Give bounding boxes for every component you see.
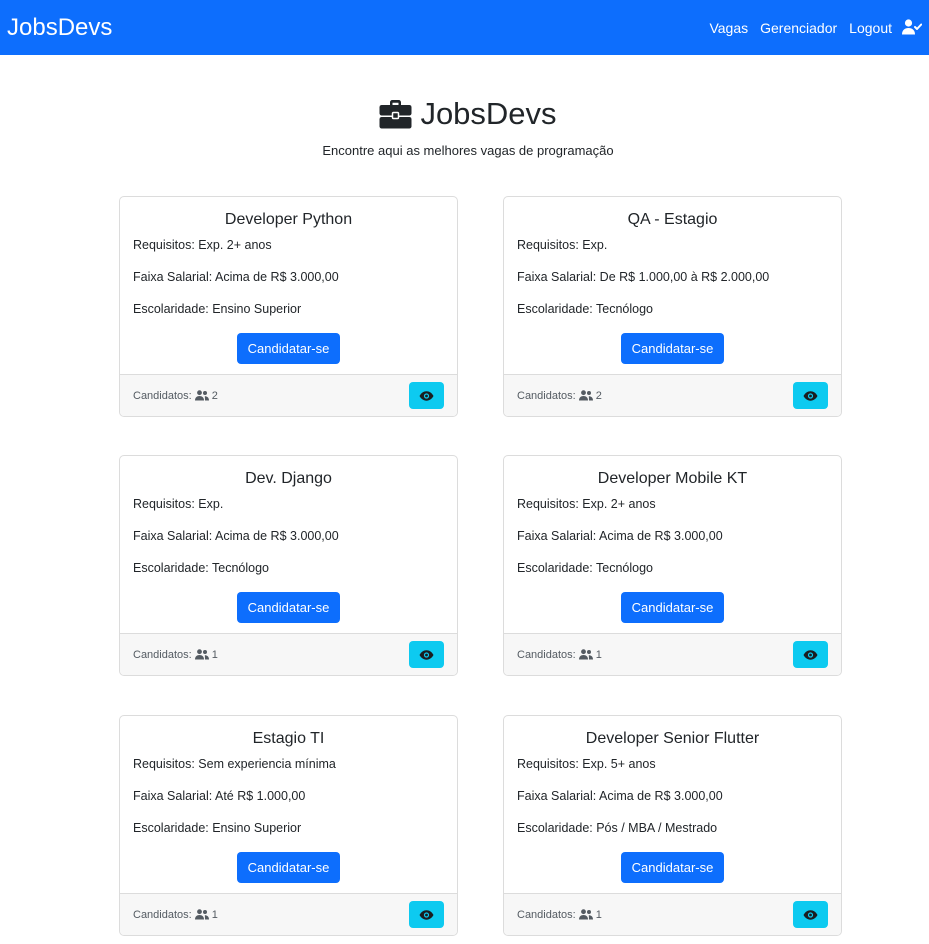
page-title-text: JobsDevs [420,96,557,131]
job-requisitos: Requisitos: Exp. 2+ anos [517,497,656,511]
candidates-count: Candidatos: 1 [133,909,218,921]
users-icon [578,390,593,401]
job-card-body: Developer Mobile KT Requisitos: Exp. 2+ … [504,456,841,634]
navbar-brand[interactable]: JobsDevs [7,15,112,40]
candidates-label: Candidatos: [517,389,576,402]
page-title: JobsDevs [379,95,557,133]
apply-button[interactable]: Candidatar-se [236,592,341,623]
view-button[interactable] [409,641,444,668]
nav-link-logout[interactable]: Logout [849,20,892,36]
job-title: Estagio TI [252,730,325,747]
job-card-footer: Candidatos: 1 [120,893,457,935]
candidates-label: Candidatos: [133,648,192,661]
candidates-number: 1 [595,908,602,921]
job-card-footer: Candidatos: 1 [504,893,841,935]
candidates-count: Candidatos: 1 [517,909,602,921]
job-faixa-salarial: Faixa Salarial: Acima de R$ 3.000,00 [133,529,339,543]
users-icon [194,909,209,920]
apply-button[interactable]: Candidatar-se [236,852,341,883]
candidates-number: 1 [211,648,218,661]
job-card-footer: Candidatos: 2 [504,374,841,416]
candidates-number: 1 [211,908,218,921]
candidates-count: Candidatos: 1 [133,649,218,661]
users-icon [194,390,209,401]
job-card: Dev. Django Requisitos: Exp. Faixa Salar… [119,455,458,676]
job-requisitos: Requisitos: Exp. [133,497,224,511]
candidates-count: Candidatos: 2 [133,390,218,402]
job-card: QA - Estagio Requisitos: Exp. Faixa Sala… [503,196,842,417]
page-subtitle: Encontre aqui as melhores vagas de progr… [322,143,614,158]
view-button[interactable] [409,901,444,928]
navbar: JobsDevs Vagas Gerenciador Logout [0,0,929,55]
job-card: Developer Mobile KT Requisitos: Exp. 2+ … [503,455,842,676]
eye-icon [419,390,434,401]
job-title: QA - Estagio [627,211,718,228]
navbar-links: Vagas Gerenciador Logout [709,18,922,37]
eye-icon [803,909,818,920]
eye-icon [803,390,818,401]
job-card: Developer Senior Flutter Requisitos: Exp… [503,715,842,936]
job-requisitos: Requisitos: Exp. 5+ anos [517,757,656,771]
job-faixa-salarial: Faixa Salarial: Até R$ 1.000,00 [133,789,306,803]
apply-button[interactable]: Candidatar-se [620,852,725,883]
users-icon [578,649,593,660]
job-card-body: Estagio TI Requisitos: Sem experiencia m… [120,716,457,894]
job-title: Developer Mobile KT [597,470,748,487]
view-button[interactable] [793,641,828,668]
candidates-count: Candidatos: 1 [517,649,602,661]
job-card-body: Dev. Django Requisitos: Exp. Faixa Salar… [120,456,457,634]
job-card-body: Developer Python Requisitos: Exp. 2+ ano… [120,197,457,375]
job-escolaridade: Escolaridade: Tecnólogo [517,561,653,575]
briefcase-icon [379,99,412,129]
job-card-footer: Candidatos: 2 [120,374,457,416]
candidates-number: 1 [595,648,602,661]
job-card: Estagio TI Requisitos: Sem experiencia m… [119,715,458,936]
nav-link-gerenciador[interactable]: Gerenciador [760,20,837,36]
candidates-label: Candidatos: [517,908,576,921]
job-faixa-salarial: Faixa Salarial: De R$ 1.000,00 à R$ 2.00… [517,270,770,284]
nav-link-vagas[interactable]: Vagas [709,20,748,36]
job-escolaridade: Escolaridade: Tecnólogo [133,561,269,575]
hero: JobsDevs Encontre aqui as melhores vagas… [0,95,929,158]
job-escolaridade: Escolaridade: Pós / MBA / Mestrado [517,821,718,835]
users-icon [578,909,593,920]
job-title: Dev. Django [245,470,332,487]
candidates-number: 2 [211,389,218,402]
job-card-body: QA - Estagio Requisitos: Exp. Faixa Sala… [504,197,841,375]
candidates-number: 2 [595,389,602,402]
job-card-body: Developer Senior Flutter Requisitos: Exp… [504,716,841,894]
eye-icon [419,909,434,920]
user-check-icon[interactable] [902,18,922,37]
job-escolaridade: Escolaridade: Tecnólogo [517,302,653,316]
job-faixa-salarial: Faixa Salarial: Acima de R$ 3.000,00 [133,270,339,284]
job-escolaridade: Escolaridade: Ensino Superior [133,302,302,316]
users-icon [194,649,209,660]
view-button[interactable] [793,382,828,409]
view-button[interactable] [409,382,444,409]
view-button[interactable] [793,901,828,928]
candidates-count: Candidatos: 2 [517,390,602,402]
job-card-footer: Candidatos: 1 [120,633,457,675]
job-card: Developer Python Requisitos: Exp. 2+ ano… [119,196,458,417]
job-faixa-salarial: Faixa Salarial: Acima de R$ 3.000,00 [517,529,723,543]
job-title: Developer Python [224,211,353,228]
job-title: Developer Senior Flutter [585,730,760,747]
candidates-label: Candidatos: [133,908,192,921]
apply-button[interactable]: Candidatar-se [236,333,341,364]
job-requisitos: Requisitos: Exp. [517,238,608,252]
job-requisitos: Requisitos: Sem experiencia mínima [133,757,336,771]
job-escolaridade: Escolaridade: Ensino Superior [133,821,302,835]
eye-icon [419,649,434,660]
eye-icon [803,649,818,660]
job-card-footer: Candidatos: 1 [504,633,841,675]
apply-button[interactable]: Candidatar-se [620,592,725,623]
candidates-label: Candidatos: [133,389,192,402]
job-requisitos: Requisitos: Exp. 2+ anos [133,238,272,252]
apply-button[interactable]: Candidatar-se [620,333,725,364]
candidates-label: Candidatos: [517,648,576,661]
job-faixa-salarial: Faixa Salarial: Acima de R$ 3.000,00 [517,789,723,803]
